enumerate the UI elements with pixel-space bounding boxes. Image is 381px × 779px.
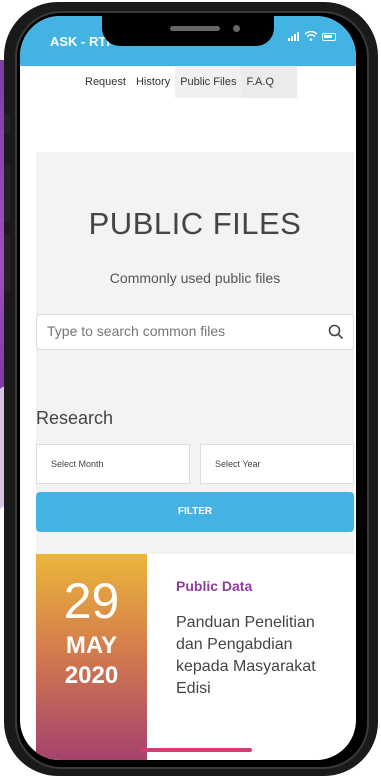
phone-screen: ASK - RTI Request History Public Files F… bbox=[20, 16, 356, 760]
battery-icon bbox=[322, 33, 336, 41]
tab-request[interactable]: Request bbox=[80, 66, 131, 98]
section-title: Research bbox=[36, 408, 114, 428]
side-button bbox=[4, 114, 10, 134]
file-card[interactable]: 29 MAY 2020 Public Data Panduan Peneliti… bbox=[36, 554, 354, 760]
search-input[interactable] bbox=[47, 323, 317, 339]
search-box bbox=[36, 314, 354, 350]
tab-public-files[interactable]: Public Files bbox=[175, 66, 242, 98]
speaker-grille bbox=[170, 26, 220, 31]
month-select[interactable]: Select Month bbox=[36, 444, 190, 484]
tab-faq[interactable]: F.A.Q bbox=[241, 66, 298, 98]
tab-bar: Request History Public Files F.A.Q bbox=[80, 66, 298, 98]
volume-down-button bbox=[4, 234, 10, 292]
search-icon[interactable] bbox=[328, 324, 344, 340]
home-indicator[interactable] bbox=[140, 748, 252, 752]
date-year: 2020 bbox=[64, 662, 119, 689]
year-select[interactable]: Select Year bbox=[200, 444, 354, 484]
status-icons bbox=[288, 30, 336, 44]
page-subtitle: Commonly used public files bbox=[109, 270, 281, 286]
date-badge: 29 MAY 2020 bbox=[36, 554, 147, 760]
filter-button[interactable]: FILTER bbox=[36, 492, 354, 532]
file-category: Public Data bbox=[176, 578, 253, 594]
wifi-icon bbox=[304, 30, 318, 44]
signal-icon bbox=[288, 30, 300, 44]
date-day: 29 bbox=[63, 573, 120, 629]
tab-history[interactable]: History bbox=[131, 66, 175, 98]
front-camera bbox=[233, 25, 240, 32]
month-select-label: Select Month bbox=[51, 459, 104, 469]
file-title[interactable]: Panduan Penelitian dan Pengabdian kepada… bbox=[176, 612, 326, 700]
phone-notch bbox=[102, 16, 274, 46]
app-title: ASK - RTI bbox=[50, 34, 110, 49]
page-title: PUBLIC FILES bbox=[88, 206, 302, 241]
volume-up-button bbox=[4, 164, 10, 222]
date-month: MAY bbox=[65, 632, 118, 659]
year-select-label: Select Year bbox=[215, 459, 261, 469]
